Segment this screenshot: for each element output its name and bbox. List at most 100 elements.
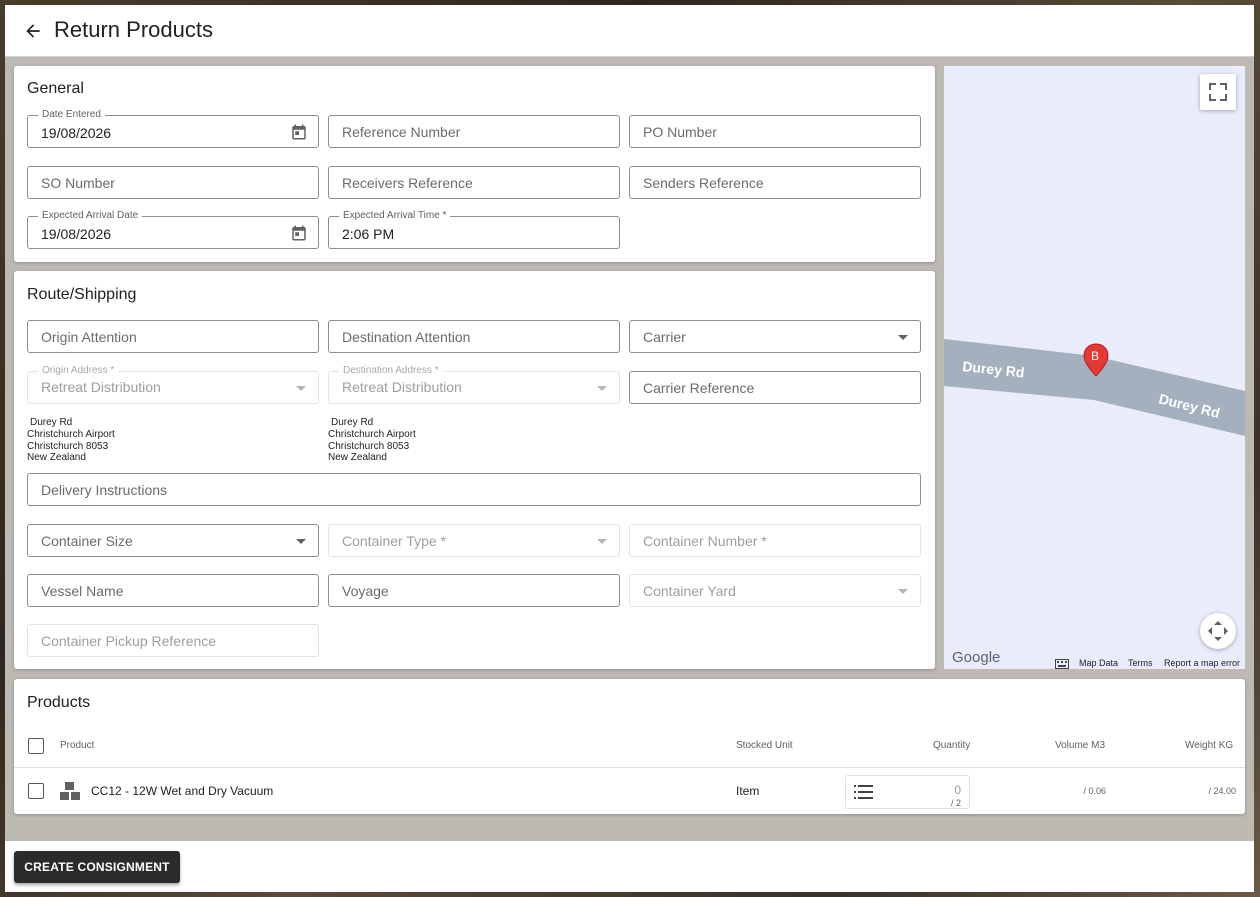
vessel-name-field[interactable]: Vessel Name	[27, 574, 319, 607]
origin-address-line: Durey Rd	[30, 417, 73, 428]
container-yard-placeholder: Container Yard	[643, 583, 736, 599]
table-row: CC12 - 12W Wet and Dry Vacuum Item 0 / 2…	[14, 768, 1245, 812]
volume-value: / 0.06	[1083, 786, 1106, 796]
po-number-placeholder: PO Number	[643, 124, 717, 140]
destination-address-value: Retreat Distribution	[342, 379, 462, 395]
expected-arrival-time-label: Expected Arrival Time *	[339, 210, 451, 222]
general-title: General	[27, 80, 84, 97]
expected-arrival-time-value: 2:06 PM	[342, 226, 395, 242]
receivers-reference-field[interactable]: Receivers Reference	[328, 166, 620, 199]
senders-reference-placeholder: Senders Reference	[643, 175, 764, 191]
senders-reference-field[interactable]: Senders Reference	[629, 166, 921, 199]
chevron-down-icon	[296, 386, 306, 391]
product-name: CC12 - 12W Wet and Dry Vacuum	[91, 784, 274, 798]
chevron-down-icon	[597, 386, 607, 391]
container-pickup-reference-field[interactable]: Container Pickup Reference	[27, 624, 319, 657]
container-pickup-reference-placeholder: Container Pickup Reference	[41, 633, 217, 649]
container-number-field[interactable]: Container Number *	[629, 524, 921, 557]
reference-number-placeholder: Reference Number	[342, 124, 461, 140]
expected-arrival-time-field[interactable]: Expected Arrival Time * 2:06 PM	[328, 210, 620, 249]
vessel-name-placeholder: Vessel Name	[41, 583, 124, 599]
map-roads: Durey Rd Durey Rd B	[944, 339, 1245, 436]
origin-address-line: Christchurch Airport	[27, 428, 115, 440]
route-shipping-card: Route/Shipping Origin Attention Destinat…	[14, 271, 935, 669]
origin-attention-field[interactable]: Origin Attention	[27, 320, 319, 353]
page-title: Return Products	[54, 17, 213, 42]
voyage-field[interactable]: Voyage	[328, 574, 620, 607]
select-all-checkbox[interactable]	[28, 738, 44, 754]
column-header-quantity: Quantity	[933, 740, 971, 751]
footer-bar: CREATE CONSIGNMENT	[5, 841, 1254, 892]
page-header: Return Products	[5, 5, 1254, 57]
list-icon[interactable]	[854, 784, 874, 800]
carrier-select[interactable]: Carrier	[629, 320, 921, 353]
origin-address-value: Retreat Distribution	[41, 379, 161, 395]
quantity-input[interactable]: 0 / 2	[845, 775, 970, 809]
quantity-value: 0	[954, 783, 961, 797]
report-map-error-link[interactable]: Report a map error	[1164, 658, 1240, 668]
date-entered-value: 19/08/2026	[41, 125, 112, 141]
expected-arrival-date-label: Expected Arrival Date	[38, 210, 143, 222]
voyage-placeholder: Voyage	[342, 583, 389, 599]
chevron-down-icon	[597, 539, 607, 544]
fullscreen-button[interactable]	[1200, 74, 1236, 110]
delivery-instructions-placeholder: Delivery Instructions	[41, 482, 168, 498]
origin-address-text: Durey Rd Christchurch Airport Christchur…	[27, 417, 115, 464]
destination-address-label: Destination Address *	[339, 365, 443, 377]
keyboard-icon[interactable]	[1055, 659, 1069, 669]
map-data-link[interactable]: Map Data	[1079, 658, 1118, 668]
column-header-volume: Volume M3	[1055, 740, 1106, 751]
po-number-field[interactable]: PO Number	[629, 115, 921, 148]
marker-label: B	[1091, 349, 1099, 363]
boxes-icon	[60, 782, 80, 800]
container-yard-select[interactable]: Container Yard	[629, 574, 921, 607]
container-size-placeholder: Container Size	[41, 533, 133, 549]
stocked-unit: Item	[736, 784, 760, 798]
fullscreen-icon	[1209, 83, 1227, 101]
origin-address-line: New Zealand	[27, 452, 86, 464]
carrier-placeholder: Carrier	[643, 329, 686, 345]
general-card: General Date Entered 19/08/2026 Referenc…	[14, 66, 935, 262]
destination-attention-field[interactable]: Destination Attention	[328, 320, 620, 353]
origin-attention-placeholder: Origin Attention	[41, 329, 137, 345]
carrier-reference-field[interactable]: Carrier Reference	[629, 371, 921, 404]
delivery-instructions-field[interactable]: Delivery Instructions	[27, 473, 921, 506]
row-checkbox[interactable]	[28, 783, 44, 799]
quantity-max: / 2	[950, 798, 961, 808]
app-frame: Return Products General Date Entered 19/…	[5, 5, 1254, 892]
products-card: Products Product Stocked Unit Quantity V…	[14, 679, 1245, 814]
reference-number-field[interactable]: Reference Number	[328, 115, 620, 148]
destination-address-line: Christchurch Airport	[328, 428, 416, 440]
date-entered-label: Date Entered	[38, 109, 105, 121]
chevron-down-icon	[898, 589, 908, 594]
map-terms-link[interactable]: Terms	[1128, 658, 1153, 668]
container-type-placeholder: Container Type *	[342, 533, 447, 549]
container-number-placeholder: Container Number *	[643, 533, 767, 549]
calendar-icon[interactable]	[290, 224, 308, 242]
receivers-reference-placeholder: Receivers Reference	[342, 175, 473, 191]
container-size-select[interactable]: Container Size	[27, 524, 319, 557]
column-header-stocked-unit: Stocked Unit	[736, 740, 793, 751]
weight-value: / 24.00	[1208, 786, 1236, 796]
create-consignment-button[interactable]: CREATE CONSIGNMENT	[14, 851, 180, 883]
google-logo: Google	[952, 649, 1001, 666]
so-number-placeholder: SO Number	[41, 175, 115, 191]
carrier-reference-placeholder: Carrier Reference	[643, 380, 755, 396]
expected-arrival-date-field[interactable]: Expected Arrival Date 19/08/2026	[27, 210, 319, 249]
move-arrows-icon	[1208, 621, 1228, 641]
destination-address-text: Durey Rd Christchurch Airport Christchur…	[328, 417, 416, 464]
map-view[interactable]: Durey Rd Durey Rd B Google Map Data Term…	[944, 66, 1245, 669]
destination-address-line: Durey Rd	[331, 417, 374, 428]
origin-address-line: Christchurch 8053	[27, 440, 109, 452]
container-type-select[interactable]: Container Type *	[328, 524, 620, 557]
origin-address-select[interactable]: Origin Address * Retreat Distribution	[27, 365, 319, 404]
so-number-field[interactable]: SO Number	[27, 166, 319, 199]
route-shipping-title: Route/Shipping	[27, 286, 137, 303]
map-camera-control-button[interactable]	[1200, 613, 1236, 649]
calendar-icon[interactable]	[290, 123, 308, 141]
column-header-weight: Weight KG	[1185, 740, 1234, 751]
date-entered-field[interactable]: Date Entered 19/08/2026	[27, 109, 319, 148]
back-arrow-icon[interactable]	[23, 21, 43, 41]
chevron-down-icon	[898, 335, 908, 340]
destination-address-select[interactable]: Destination Address * Retreat Distributi…	[328, 365, 620, 404]
